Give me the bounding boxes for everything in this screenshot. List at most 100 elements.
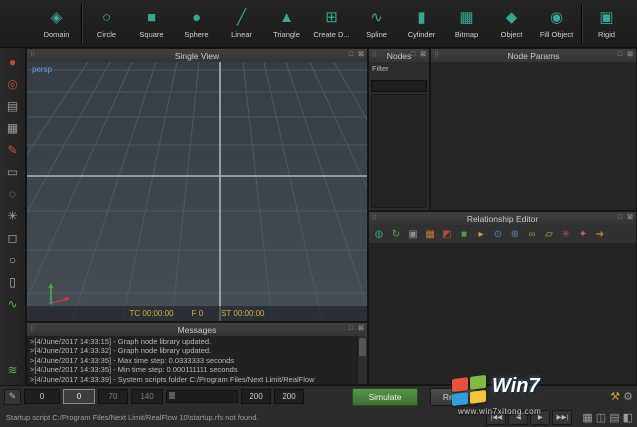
nodes-graph-icon[interactable]: ✳	[559, 227, 573, 241]
rows-view-icon[interactable]: ▤	[609, 411, 619, 424]
messages-titlebar[interactable]: ⠿ Messages □ ⊠	[27, 323, 367, 337]
image-icon[interactable]: ▦	[423, 227, 437, 241]
grip-icon: ⠿	[30, 325, 36, 333]
float-icon[interactable]: □	[347, 50, 355, 60]
draw-tool-icon[interactable]: ✎	[3, 140, 23, 160]
step-back-button[interactable]: ◀	[508, 410, 528, 425]
folder-icon[interactable]: ▱	[542, 227, 556, 241]
close-icon[interactable]: ⊠	[357, 50, 365, 60]
toolbar-items: ◈Domain○Circle■Square●Sphere╱Linear▲Tria…	[34, 2, 629, 46]
simulate-button[interactable]: Simulate	[352, 388, 418, 406]
export-icon[interactable]: ➔	[593, 227, 607, 241]
playback-controls: |◀◀◀▶▶▶|	[486, 410, 572, 425]
object-stack-icon[interactable]: ▤	[3, 96, 23, 116]
toolbar-fill-object-button[interactable]: ◉Fill Object	[534, 2, 579, 46]
toolbar-sphere-button[interactable]: ●Sphere	[174, 2, 219, 46]
log-line: >[4/June/2017 14:33:35] - Min time step:…	[30, 365, 355, 374]
preview-end-field[interactable]: 140	[131, 389, 163, 404]
status-message: Startup script C:/Program Files/Next Lim…	[6, 413, 483, 422]
params-titlebar[interactable]: ⠿ Node Params □ ⊠	[431, 49, 636, 63]
close-icon[interactable]: ⊠	[626, 213, 634, 223]
eraser-tool-icon[interactable]: ▭	[3, 162, 23, 182]
log-line: >[4/June/2017 14:33:35] - Max time step:…	[30, 356, 355, 365]
toolbar-square-button[interactable]: ■Square	[129, 2, 174, 46]
close-icon[interactable]: ⊠	[357, 324, 365, 334]
object-icon: ◆	[506, 9, 518, 28]
play-button[interactable]: ▶	[530, 410, 550, 425]
edit-curves-icon[interactable]: ✎	[4, 389, 21, 405]
current-frame-field[interactable]: 0	[63, 389, 95, 404]
viewport-title: Single View	[175, 51, 219, 61]
split-view-icon[interactable]: ◫	[596, 411, 606, 424]
hammer-icon[interactable]: ⚒	[610, 390, 620, 403]
float-icon[interactable]: □	[347, 324, 355, 334]
relationship-graph-area[interactable]	[369, 243, 636, 384]
close-icon[interactable]: ⊠	[419, 50, 427, 60]
cylinder-primitive-icon[interactable]: ▯	[3, 272, 23, 292]
timeline-slider[interactable]	[166, 390, 238, 403]
grid-view-icon[interactable]: ▦	[582, 411, 592, 424]
camera-label[interactable]: persp	[32, 65, 52, 74]
float-icon[interactable]: □	[616, 213, 624, 223]
toolbar-create-d-button[interactable]: ⊞Create D...	[309, 2, 354, 46]
view-layout-icons: ▦ ◫▤ ◧	[582, 411, 633, 424]
sphere-primitive-icon[interactable]: ○	[3, 250, 23, 270]
nodes-list[interactable]	[371, 94, 427, 208]
gear-icon[interactable]: ⚙	[623, 390, 633, 403]
toolbar-cylinder-button[interactable]: ▮Cylinder	[399, 2, 444, 46]
toolbar-circle-button[interactable]: ○Circle	[84, 2, 129, 46]
reload-icon[interactable]: ↻	[389, 227, 403, 241]
search-icon[interactable]: ⊙	[491, 227, 505, 241]
linear-icon: ╱	[237, 9, 246, 28]
circle-emitter-icon[interactable]: ◎	[3, 74, 23, 94]
preview-start-field[interactable]: 70	[98, 389, 128, 404]
wave-tool-icon[interactable]: ∿	[3, 294, 23, 314]
timecode: TC 00:00:00	[129, 309, 173, 318]
globe-icon[interactable]: ◍	[372, 227, 386, 241]
go-to-start-button[interactable]: |◀◀	[486, 410, 506, 425]
toolbar-spline-button[interactable]: ∿Spline	[354, 2, 399, 46]
snapshot-icon[interactable]: ▣	[406, 227, 420, 241]
palette-icon[interactable]: ◩	[440, 227, 454, 241]
toolbar-triangle-button[interactable]: ▲Triangle	[264, 2, 309, 46]
toolbar-bitmap-button[interactable]: ▦Bitmap	[444, 2, 489, 46]
relationship-titlebar[interactable]: ⠿ Relationship Editor □ ⊠	[369, 212, 636, 226]
corner-view-icon[interactable]: ◧	[623, 411, 633, 424]
toolbar-rigid-button[interactable]: ▣Rigid	[584, 2, 629, 46]
nodes-titlebar[interactable]: ⠿ Nodes □ ⊠	[369, 49, 429, 63]
float-icon[interactable]: □	[616, 50, 624, 60]
float-icon[interactable]: □	[409, 50, 417, 60]
go-to-end-button[interactable]: ▶▶|	[552, 410, 572, 425]
close-icon[interactable]: ⊠	[626, 50, 634, 60]
toolbar-domain-button[interactable]: ◈Domain	[34, 2, 79, 46]
top-toolbar: ◈Domain○Circle■Square●Sphere╱Linear▲Tria…	[0, 0, 637, 48]
play-preview-icon[interactable]: ▸	[474, 227, 488, 241]
toolbar-object-button[interactable]: ◆Object	[489, 2, 534, 46]
timeline-row: ✎ 0 0 70 140 200 200 Simulate Reset ⚒ ⚙	[0, 388, 637, 405]
realwave-sphere-icon[interactable]: ●	[3, 52, 23, 72]
messages-scrollbar[interactable]	[357, 336, 367, 384]
zoom-icon[interactable]: ⊕	[508, 227, 522, 241]
filter-input[interactable]	[371, 80, 427, 92]
cube-primitive-icon[interactable]: ◻	[3, 228, 23, 248]
timeline-handle[interactable]	[169, 392, 175, 399]
timeline-end-field[interactable]: 200	[241, 389, 271, 404]
realflow-window: ◈Domain○Circle■Square●Sphere╱Linear▲Tria…	[0, 0, 637, 427]
daemon-icon[interactable]: ✳	[3, 206, 23, 226]
grip-icon: ⠿	[372, 214, 378, 222]
link-icon[interactable]: ∞	[525, 227, 539, 241]
nodes-title: Nodes	[387, 51, 412, 61]
timeline-total-field[interactable]: 200	[274, 389, 304, 404]
viewport-titlebar[interactable]: ⠿ Single View □ ⊠	[27, 49, 367, 63]
toolbar-linear-button[interactable]: ╱Linear	[219, 2, 264, 46]
particle-cloud-icon[interactable]: ◌	[3, 184, 23, 204]
mesh-tool-icon[interactable]: ≋	[3, 360, 23, 380]
star-icon[interactable]: ✦	[576, 227, 590, 241]
params-body	[431, 62, 636, 210]
multi-cube-icon[interactable]: ▦	[3, 118, 23, 138]
viewport-canvas[interactable]: persp TC 00:00:00 F 0 ST 00:00:00	[27, 62, 367, 321]
sphere-icon: ●	[192, 9, 201, 28]
reset-button[interactable]: Reset	[430, 388, 478, 406]
timeline-start-field[interactable]: 0	[24, 389, 60, 404]
materials-icon[interactable]: ■	[457, 227, 471, 241]
